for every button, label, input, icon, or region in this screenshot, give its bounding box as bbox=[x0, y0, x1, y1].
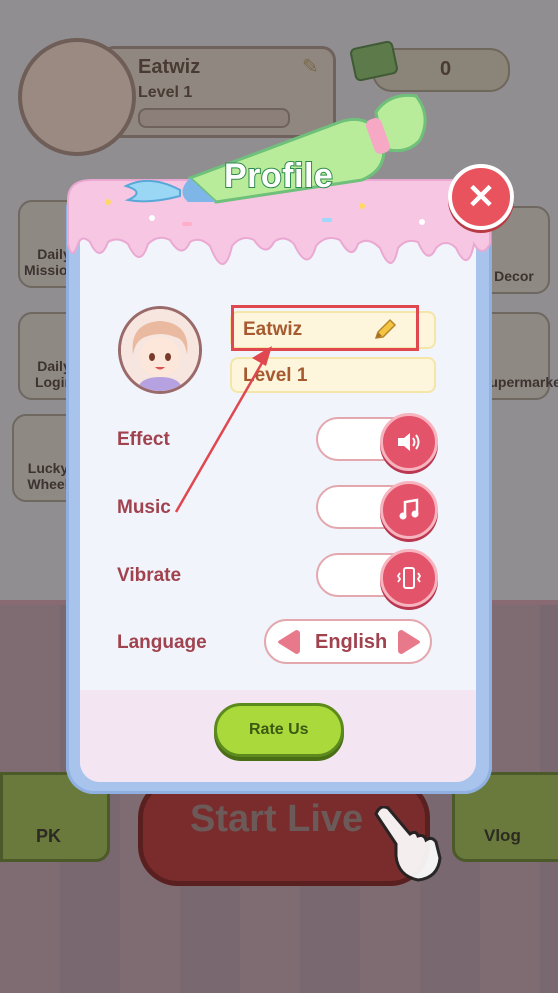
language-value: English bbox=[315, 631, 388, 653]
arrow-left-icon[interactable] bbox=[276, 628, 300, 656]
close-button[interactable]: ✕ bbox=[448, 164, 514, 230]
vibrate-label: Vibrate bbox=[117, 565, 182, 586]
pk-label: PK bbox=[36, 826, 62, 846]
vibrate-toggle-knob[interactable] bbox=[380, 549, 438, 607]
language-label: Language bbox=[117, 632, 207, 653]
piping-bag-decoration bbox=[123, 93, 427, 204]
hud-player-name: Eatwiz bbox=[138, 56, 201, 78]
name-highlight-box bbox=[231, 305, 419, 351]
tutorial-hand-icon bbox=[374, 806, 442, 882]
money-value: 0 bbox=[440, 58, 452, 80]
vibrate-phone-icon bbox=[396, 567, 422, 589]
arrow-right-icon[interactable] bbox=[398, 628, 422, 656]
effect-label: Effect bbox=[117, 429, 170, 450]
rate-us-label: Rate Us bbox=[249, 721, 309, 738]
music-note-icon bbox=[399, 498, 419, 520]
music-toggle-knob[interactable] bbox=[380, 481, 438, 539]
profile-avatar bbox=[118, 306, 202, 394]
effect-toggle-knob[interactable] bbox=[380, 413, 438, 471]
speaker-icon bbox=[398, 433, 420, 451]
music-label: Music bbox=[117, 497, 171, 518]
dialog-title: Profile bbox=[223, 156, 334, 196]
player-level: Level 1 bbox=[243, 365, 308, 386]
close-icon: ✕ bbox=[466, 178, 496, 216]
hud-avatar bbox=[18, 38, 136, 156]
hud-pencil-icon: ✎ bbox=[302, 56, 319, 78]
vlog-label: Vlog bbox=[484, 826, 521, 845]
start-live-label: Start Live bbox=[190, 798, 364, 840]
